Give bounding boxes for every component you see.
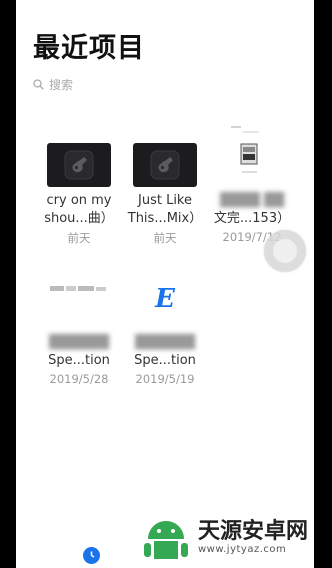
- watermark-logo-icon: [144, 521, 188, 559]
- guitar-icon: [64, 150, 94, 180]
- item-name-line1: cry on my: [46, 193, 112, 208]
- document-page-icon: [50, 286, 106, 291]
- item-name-line1-blurred: ████ ██: [219, 193, 285, 208]
- left-edge: [0, 0, 16, 568]
- search-placeholder: 搜索: [49, 78, 74, 92]
- document-page-icon: [231, 126, 259, 173]
- guitar-icon: [150, 150, 180, 180]
- assistive-touch-button[interactable]: [264, 230, 306, 272]
- item-name-line2: Spe...tion: [134, 353, 196, 368]
- item-name-line2: This...Mix）: [127, 211, 203, 226]
- item-thumbnail: E: [150, 284, 180, 314]
- item-thumbnail: [48, 282, 110, 296]
- item-date: 前天: [67, 231, 91, 245]
- item-date: 2019/5/19: [135, 372, 195, 386]
- item-thumbnail: [133, 143, 197, 187]
- item-thumbnail: [227, 124, 267, 184]
- item-name-line2: Spe...tion: [48, 353, 110, 368]
- watermark-url: www.jytyaz.com: [198, 543, 287, 555]
- item-thumbnail: [47, 143, 111, 187]
- item-name-line1: Just Like: [138, 193, 192, 208]
- search-field[interactable]: 搜索: [33, 76, 73, 93]
- item-name-line2: 文完...153）: [213, 211, 291, 226]
- item-date: 2019/5/28: [49, 372, 109, 386]
- watermark: 天源安卓网 www.jytyaz.com: [140, 515, 308, 559]
- watermark-title: 天源安卓网: [198, 518, 309, 544]
- item-date: 前天: [153, 231, 177, 245]
- search-icon: [33, 79, 44, 90]
- clock-icon[interactable]: [83, 547, 100, 564]
- item-name-line1-blurred: ██████: [49, 335, 109, 350]
- item-name-line1-blurred: ██████: [135, 335, 195, 350]
- epub-letter-icon: E: [155, 284, 175, 314]
- page-title: 最近项目: [33, 33, 145, 64]
- right-edge: [314, 0, 332, 568]
- item-name-line2: shou...曲）: [44, 211, 114, 226]
